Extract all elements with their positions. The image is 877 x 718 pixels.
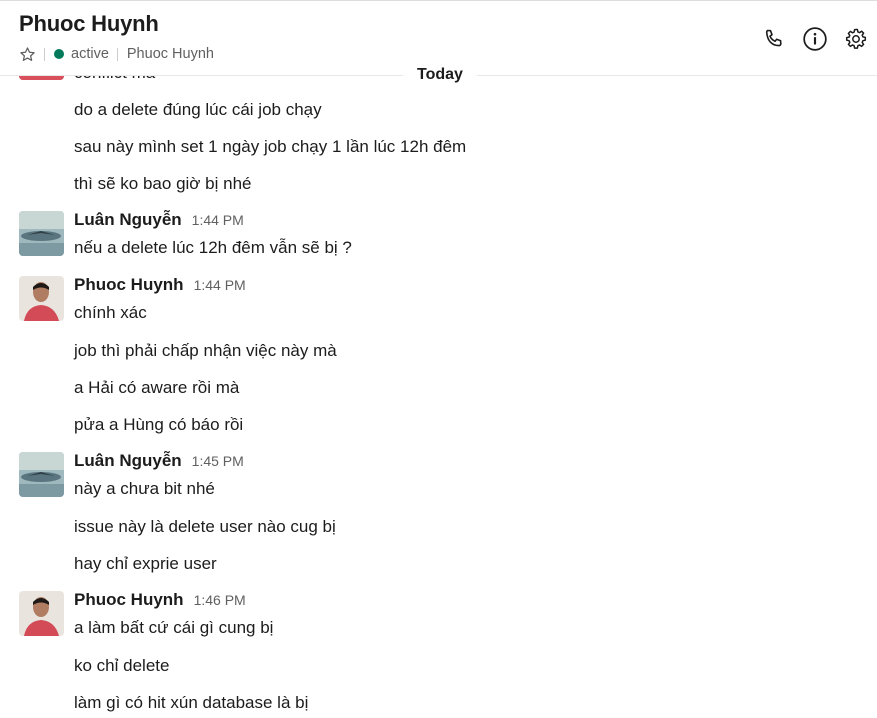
header-top-border <box>0 0 877 1</box>
message-header: Luân Nguyễn 1:45 PM <box>74 451 244 471</box>
timestamp[interactable]: 1:45 PM <box>192 453 244 469</box>
avatar[interactable] <box>19 211 64 256</box>
avatar[interactable] <box>19 591 64 636</box>
author-name[interactable]: Phuoc Huynh <box>74 590 184 610</box>
message-header: Phuoc Huynh 1:46 PM <box>74 590 246 610</box>
presence-dot <box>54 49 64 59</box>
timestamp[interactable]: 1:46 PM <box>194 592 246 608</box>
message-text: pửa a Hùng có báo rồi <box>74 415 244 434</box>
message-text: này a chưa bit nhé <box>74 479 215 498</box>
divider <box>116 47 118 61</box>
author-name[interactable]: Luân Nguyễn <box>74 210 182 230</box>
message-text: chính xác <box>74 303 147 322</box>
divider <box>44 47 45 61</box>
message-text: sau này mình set 1 ngày job chạy 1 lần l… <box>74 137 467 156</box>
message-list: conflict mà do a delete đúng lúc cái job… <box>0 0 877 718</box>
message-text: thì sẽ ko bao giờ bị nhé <box>74 174 252 193</box>
gear-icon[interactable] <box>843 26 869 52</box>
avatar[interactable] <box>19 276 64 321</box>
author-name[interactable]: Luân Nguyễn <box>74 451 182 471</box>
channel-subtitle: active Phuoc Huynh <box>18 44 214 64</box>
message-text: ko chỉ delete <box>74 656 170 675</box>
message-text: nếu a delete lúc 12h đêm vẫn sẽ bị ? <box>74 238 352 257</box>
message-header: Phuoc Huynh 1:44 PM <box>74 275 246 295</box>
message-text: do a delete đúng lúc cái job chạy <box>74 100 322 119</box>
subtitle-name[interactable]: Phuoc Huynh <box>127 46 214 62</box>
message-text: a làm bất cứ cái gì cung bị <box>74 618 274 637</box>
message-text: issue này là delete user nào cug bị <box>74 517 336 536</box>
star-icon[interactable] <box>18 45 36 63</box>
presence-status: active <box>71 46 109 62</box>
timestamp[interactable]: 1:44 PM <box>194 277 246 293</box>
message-header: Luân Nguyễn 1:44 PM <box>74 210 244 230</box>
timestamp[interactable]: 1:44 PM <box>192 212 244 228</box>
channel-title[interactable]: Phuoc Huynh <box>19 11 159 37</box>
info-icon[interactable] <box>802 26 828 52</box>
phone-icon[interactable] <box>761 26 787 52</box>
avatar[interactable] <box>19 452 64 497</box>
author-name[interactable]: Phuoc Huynh <box>74 275 184 295</box>
message-text: a Hải có aware rồi mà <box>74 378 240 397</box>
header-actions <box>761 26 869 52</box>
day-divider-label[interactable]: Today <box>403 64 477 86</box>
message-text: job thì phải chấp nhận việc này mà <box>74 341 337 360</box>
message-text: hay chỉ exprie user <box>74 554 217 573</box>
message-text: làm gì có hit xún database là bị <box>74 693 309 712</box>
